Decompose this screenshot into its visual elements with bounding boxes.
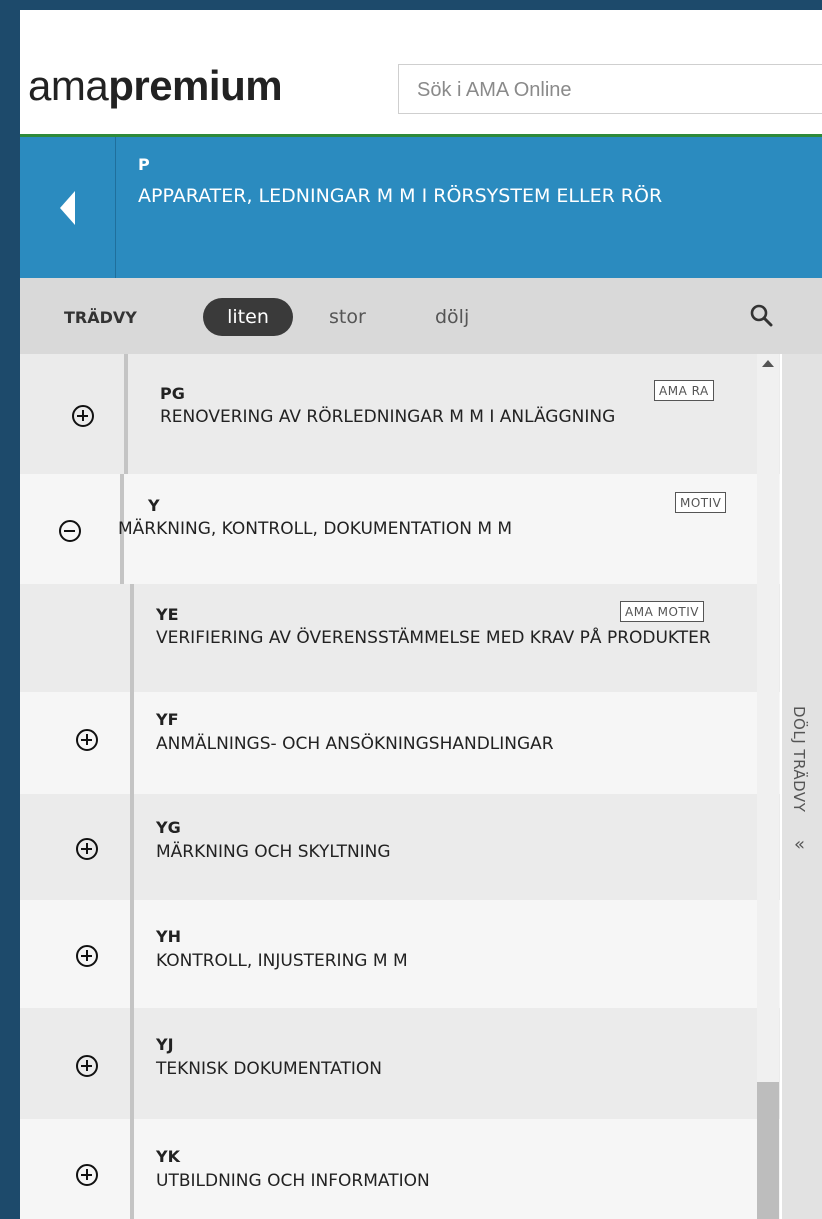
- item-title: KONTROLL, INJUSTERING M M: [156, 951, 408, 971]
- expand-icon[interactable]: [76, 838, 98, 860]
- item-code: YK: [156, 1147, 180, 1166]
- expand-icon[interactable]: [72, 405, 94, 427]
- expand-icon[interactable]: [76, 1055, 98, 1077]
- search-input[interactable]: Sök i AMA Online: [398, 64, 822, 114]
- expand-icon[interactable]: [76, 1164, 98, 1186]
- item-code: YF: [156, 710, 179, 729]
- tree-hide-option[interactable]: dölj: [435, 306, 469, 328]
- item-code: YG: [156, 818, 181, 837]
- tree-size-large[interactable]: stor: [329, 306, 366, 328]
- item-badge: AMA MOTIV: [620, 601, 704, 622]
- item-title: MÄRKNING, KONTROLL, DOKUMENTATION M M: [118, 519, 513, 539]
- section-title: APPARATER, LEDNINGAR M M I RÖRSYSTEM ELL…: [138, 185, 663, 207]
- item-badge: AMA RA: [654, 380, 714, 401]
- tree-item-yj[interactable]: YJ TEKNISK DOKUMENTATION: [20, 1008, 780, 1119]
- item-title: RENOVERING AV RÖRLEDNINGAR M M I ANLÄGGN…: [160, 407, 616, 427]
- expand-icon[interactable]: [76, 729, 98, 751]
- app-frame: amapremium Sök i AMA Online P APPARATER,…: [20, 0, 822, 1219]
- item-title: MÄRKNING OCH SKYLTNING: [156, 842, 391, 862]
- tree-item-yg[interactable]: YG MÄRKNING OCH SKYLTNING: [20, 794, 780, 900]
- tree-indent-line: [130, 900, 134, 1008]
- tree-view-label: TRÄDVY: [64, 308, 137, 327]
- tree-size-small[interactable]: liten: [203, 298, 293, 336]
- item-code: YJ: [156, 1035, 174, 1054]
- tree-item-yh[interactable]: YH KONTROLL, INJUSTERING M M: [20, 900, 780, 1008]
- header: amapremium Sök i AMA Online: [20, 10, 822, 137]
- scroll-thumb[interactable]: [757, 1082, 779, 1219]
- item-code: PG: [160, 384, 185, 403]
- tree-item-pg[interactable]: PG AMA RA RENOVERING AV RÖRLEDNINGAR M M…: [20, 354, 780, 474]
- item-title: TEKNISK DOKUMENTATION: [156, 1059, 382, 1079]
- back-button[interactable]: [20, 137, 116, 278]
- item-title: UTBILDNING OCH INFORMATION: [156, 1171, 430, 1191]
- item-title: ANMÄLNINGS- OCH ANSÖKNINGSHANDLINGAR: [156, 734, 554, 754]
- item-code: YE: [156, 605, 179, 624]
- tree-indent-line: [124, 354, 128, 474]
- tree-item-y[interactable]: Y MOTIV MÄRKNING, KONTROLL, DOKUMENTATIO…: [20, 474, 780, 584]
- tree-scrollbar[interactable]: [757, 354, 779, 1219]
- hide-tree-panel[interactable]: DÖLJ TRÄDVY «: [782, 354, 822, 1219]
- tree-indent-line: [130, 692, 134, 794]
- item-code: YH: [156, 927, 181, 946]
- item-badge: MOTIV: [675, 492, 727, 513]
- scroll-up-arrow-icon[interactable]: [762, 360, 774, 367]
- tree-item-yk[interactable]: YK UTBILDNING OCH INFORMATION: [20, 1119, 780, 1219]
- tree-list: PG AMA RA RENOVERING AV RÖRLEDNINGAR M M…: [20, 354, 780, 1219]
- tree-item-ye[interactable]: YE AMA MOTIV VERIFIERING AV ÖVERENSSTÄMM…: [20, 584, 780, 692]
- logo[interactable]: amapremium: [28, 62, 283, 110]
- double-chevron-left-icon[interactable]: «: [794, 834, 805, 855]
- item-title: VERIFIERING AV ÖVERENSSTÄMMELSE MED KRAV…: [156, 628, 711, 648]
- tree-view-toolbar: TRÄDVY liten stor dölj: [20, 278, 822, 354]
- hide-tree-label[interactable]: DÖLJ TRÄDVY: [790, 706, 808, 812]
- expand-icon[interactable]: [76, 945, 98, 967]
- tree-indent-line: [130, 584, 134, 692]
- back-arrow-icon: [60, 191, 75, 225]
- tree-indent-line: [130, 1008, 134, 1119]
- search-icon[interactable]: [748, 302, 776, 330]
- section-code: P: [138, 155, 150, 174]
- collapse-icon[interactable]: [59, 520, 81, 542]
- item-code: Y: [148, 496, 160, 515]
- tree-indent-line: [130, 794, 134, 900]
- tree-indent-line: [130, 1119, 134, 1219]
- tree-item-yf[interactable]: YF ANMÄLNINGS- OCH ANSÖKNINGSHANDLINGAR: [20, 692, 780, 794]
- section-banner: P APPARATER, LEDNINGAR M M I RÖRSYSTEM E…: [20, 137, 822, 278]
